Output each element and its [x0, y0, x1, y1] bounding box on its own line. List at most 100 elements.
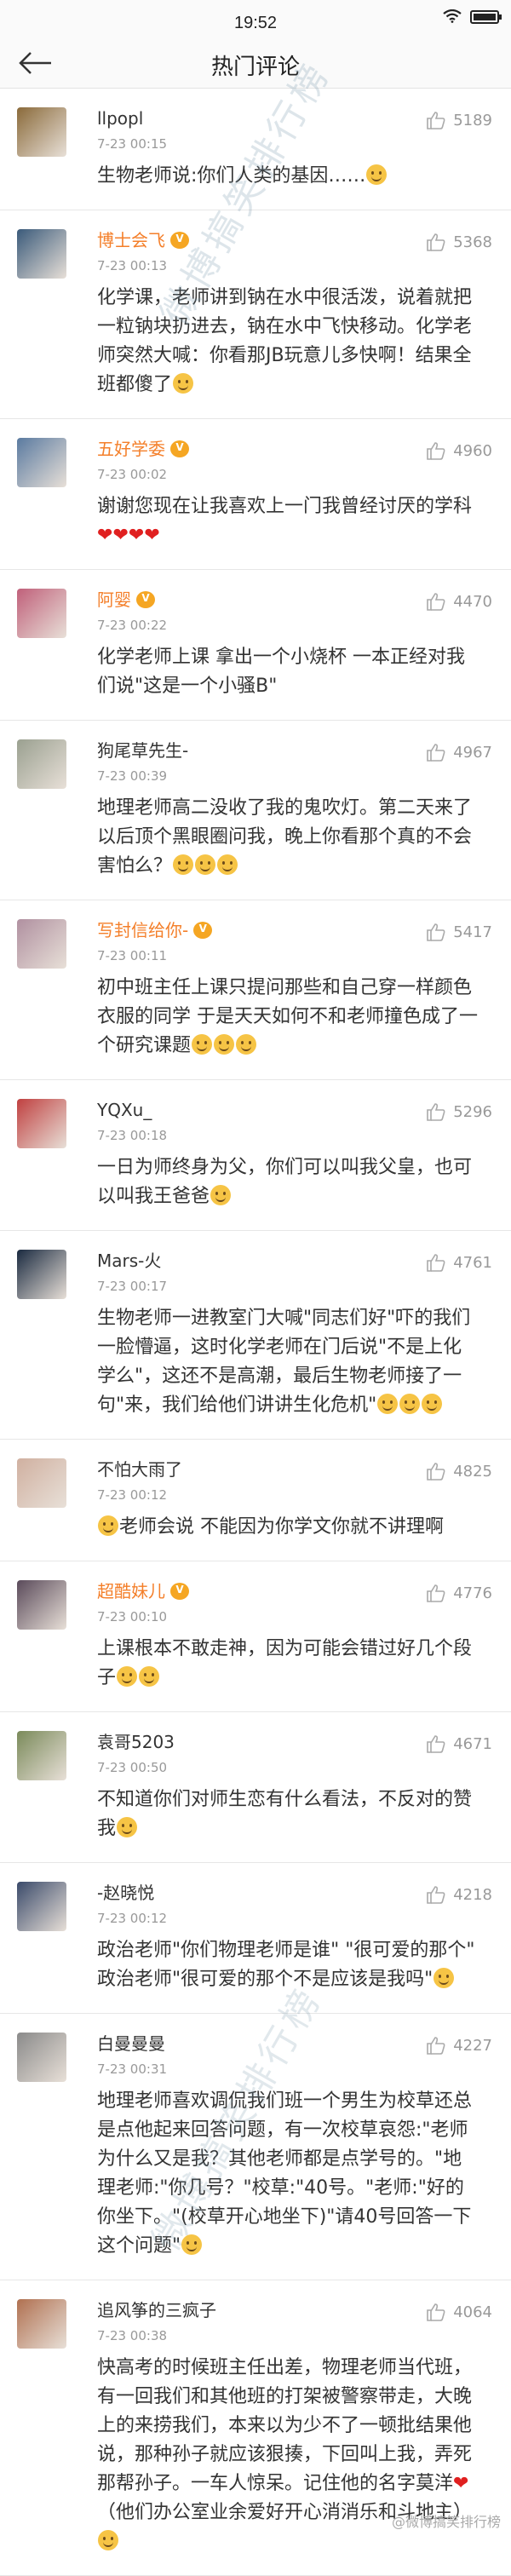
comment-text: 地理老师喜欢调侃我们班一个男生为校草还总是点他起来回答问题，有一次校草哀怨:"老… — [97, 2087, 492, 2261]
avatar[interactable] — [17, 919, 66, 969]
username[interactable]: 狗尾草先生- — [97, 739, 188, 762]
comment-item[interactable]: 博士会飞 7-23 00:13 5368 化学课，老师讲到钠在水中很活泼，说着就把一粒… — [0, 210, 511, 419]
comment-time: 7-23 00:12 — [97, 1487, 168, 1503]
like-button[interactable]: 4776 — [426, 1584, 492, 1602]
comment-item[interactable]: YQXu_ 7-23 00:18 5296 一日为师终身为父，你们可以叫我父皇，也可以… — [0, 1080, 511, 1231]
like-button[interactable]: 5296 — [426, 1102, 492, 1121]
like-button[interactable]: 4218 — [426, 1885, 492, 1904]
comment-item[interactable]: 白曼曼曼 7-23 00:31 4227 地理老师喜欢调侃我们班一个男生为校草还总是点… — [0, 2014, 511, 2280]
avatar[interactable] — [17, 438, 66, 487]
smiley-emoji-icon — [98, 2530, 118, 2550]
vip-badge-icon — [170, 232, 189, 249]
comment-header: YQXu_ 7-23 00:18 5296 — [97, 1099, 492, 1153]
avatar[interactable] — [17, 739, 66, 789]
comment-body: 快高考的时候班主任出差，物理老师当代班，有一回我们和其他班的打架被警察带走，大晚… — [97, 2357, 473, 2494]
avatar[interactable] — [17, 1099, 66, 1148]
comment-item[interactable]: -赵晓悦 7-23 00:12 4218 政治老师"你们物理老师是谁" "很可爱的那个… — [0, 1863, 511, 2014]
like-count: 4470 — [453, 592, 492, 611]
comment-item[interactable]: 五好学委7-23 00:024960谢谢您现在让我喜欢上一门我曾经讨厌的学科❤❤… — [0, 419, 511, 570]
username[interactable]: 写封信给你- — [97, 919, 188, 941]
wifi-icon — [443, 9, 462, 23]
username[interactable]: Mars-火 — [97, 1250, 161, 1272]
like-button[interactable]: 4761 — [426, 1253, 492, 1272]
comment-time: 7-23 00:11 — [97, 948, 168, 963]
avatar[interactable] — [17, 1580, 66, 1630]
comment-time: 7-23 00:50 — [97, 1760, 168, 1775]
avatar[interactable] — [17, 1250, 66, 1299]
username[interactable]: 五好学委 — [97, 438, 165, 460]
username[interactable]: 白曼曼曼 — [97, 2033, 165, 2055]
like-button[interactable]: 4470 — [426, 592, 492, 611]
avatar[interactable] — [17, 1731, 66, 1780]
nav-bar: 热门评论 — [0, 37, 511, 89]
comment-item[interactable]: 袁哥5203 7-23 00:50 4671 不知道你们对师生恋有什么看法，不反对的赞… — [0, 1712, 511, 1863]
comment-body: 地理老师喜欢调侃我们班一个男生为校草还总是点他起来回答问题，有一次校草哀怨:"老… — [97, 2090, 473, 2257]
username[interactable]: 超酷妹儿 — [97, 1580, 165, 1602]
heart-emoji-icon: ❤ — [144, 525, 160, 546]
comment-text: 化学老师上课 拿出一个小烧杯 一本正经对我们说"这是一个小骚B" — [97, 643, 492, 701]
smiley-emoji-icon — [433, 1968, 455, 1988]
username[interactable]: 追风筝的三疯子 — [97, 2299, 216, 2321]
comment-text: 上课根本不敢走神，因为可能会错过好几个段子 — [97, 1635, 492, 1693]
smiley-emoji-icon — [399, 1394, 421, 1414]
like-count: 5417 — [453, 923, 492, 941]
username[interactable]: -赵晓悦 — [97, 1882, 154, 1904]
comment-header: 白曼曼曼 7-23 00:31 4227 — [97, 2033, 492, 2087]
comment-item[interactable]: 超酷妹儿 7-23 00:10 4776 上课根本不敢走神，因为可能会错过好几个段子 — [0, 1561, 511, 1712]
like-button[interactable]: 4227 — [426, 2036, 492, 2055]
comment-item[interactable]: 狗尾草先生- 7-23 00:39 4967 地理老师高二没收了我的鬼吹灯。第二天来了… — [0, 721, 511, 900]
comment-item[interactable]: 追风筝的三疯子 7-23 00:38 4064 快高考的时候班主任出差，物理老师当代班… — [0, 2280, 511, 2576]
thumbs-up-icon — [427, 1463, 445, 1481]
avatar[interactable] — [17, 1882, 66, 1931]
thumbs-up-icon — [427, 1103, 445, 1121]
comment-header: 袁哥5203 7-23 00:50 4671 — [97, 1731, 492, 1785]
like-count: 4671 — [453, 1734, 492, 1753]
comment-item[interactable]: 写封信给你- 7-23 00:11 5417 初中班主任上课只提问那些和自己穿一样颜色… — [0, 900, 511, 1080]
comment-body: 化学课，老师讲到钠在水中很活泼，说着就把一粒钠块扔进去，钠在水中飞快移动。化学老… — [97, 287, 473, 395]
like-button[interactable]: 5368 — [426, 233, 492, 251]
like-button[interactable]: 4960 — [426, 441, 492, 460]
comment-item[interactable]: llpopl 7-23 00:15 5189 生物老师说:你们人类的基因…… — [0, 89, 511, 210]
comment-body: 老师会说 不能因为你学文你就不讲理啊 — [119, 1516, 444, 1538]
status-time: 19:52 — [233, 14, 278, 32]
like-count: 4218 — [453, 1885, 492, 1904]
page-title: 热门评论 — [210, 55, 300, 80]
comment-header: Mars-火 7-23 00:17 4761 — [97, 1250, 492, 1304]
comment-item[interactable]: Mars-火 7-23 00:17 4761 生物老师一进教室门大喊"同志们好"吓的我… — [0, 1231, 511, 1440]
thumbs-up-icon — [427, 744, 445, 762]
thumbs-up-icon — [427, 2303, 445, 2321]
comment-item[interactable]: 不怕大雨了 7-23 00:12 4825 老师会说 不能因为你学文你就不讲理啊 — [0, 1440, 511, 1561]
comment-item[interactable]: 阿婴 7-23 00:22 4470 化学老师上课 拿出一个小烧杯 一本正经对我们说"… — [0, 570, 511, 721]
like-button[interactable]: 4967 — [426, 743, 492, 762]
avatar[interactable] — [17, 229, 66, 279]
comment-text: 初中班主任上课只提问那些和自己穿一样颜色衣服的同学 于是天天如何不和老师撞色成了… — [97, 974, 492, 1061]
avatar[interactable] — [17, 107, 66, 157]
like-button[interactable]: 4825 — [426, 1462, 492, 1481]
username[interactable]: llpopl — [97, 107, 143, 129]
like-count: 4761 — [453, 1253, 492, 1272]
comment-time: 7-23 00:13 — [97, 258, 168, 273]
like-button[interactable]: 4671 — [426, 1734, 492, 1753]
comment-header: 阿婴 7-23 00:22 4470 — [97, 589, 492, 643]
like-button[interactable]: 4064 — [426, 2303, 492, 2321]
thumbs-up-icon — [427, 442, 445, 460]
comment-time: 7-23 00:31 — [97, 2061, 168, 2077]
thumbs-up-icon — [427, 923, 445, 941]
comment-time: 7-23 00:39 — [97, 768, 168, 784]
username[interactable]: 不怕大雨了 — [97, 1458, 182, 1481]
thumbs-up-icon — [427, 1254, 445, 1272]
like-button[interactable]: 5189 — [426, 111, 492, 129]
username[interactable]: 袁哥5203 — [97, 1731, 175, 1753]
comment-text: 生物老师说:你们人类的基因…… — [97, 162, 492, 191]
smiley-emoji-icon — [98, 1515, 118, 1536]
comment-text: 政治老师"你们物理老师是谁" "很可爱的那个" 政治老师"很可爱的那个不是应该是… — [97, 1936, 492, 1994]
like-button[interactable]: 5417 — [426, 923, 492, 941]
username[interactable]: YQXu_ — [97, 1099, 152, 1121]
avatar[interactable] — [17, 589, 66, 638]
avatar[interactable] — [17, 2299, 66, 2349]
comment-time: 7-23 00:10 — [97, 1609, 168, 1624]
username[interactable]: 阿婴 — [97, 589, 131, 611]
avatar[interactable] — [17, 2033, 66, 2082]
username[interactable]: 博士会飞 — [97, 229, 165, 251]
avatar[interactable] — [17, 1458, 66, 1508]
